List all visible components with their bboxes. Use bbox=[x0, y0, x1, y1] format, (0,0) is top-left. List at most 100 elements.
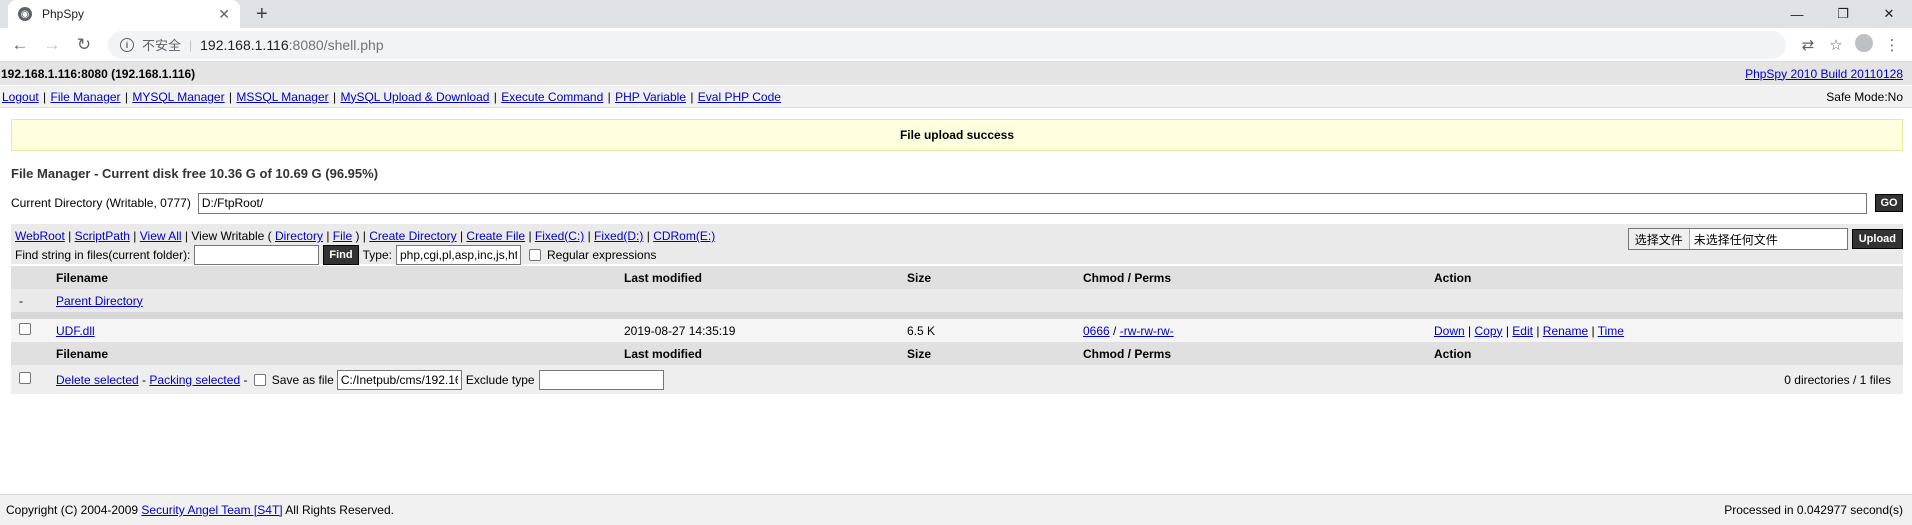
find-label: Find string in files(current folder): bbox=[15, 248, 191, 262]
menu-item-file-manager[interactable]: File Manager bbox=[51, 90, 121, 104]
menu-item-mysql-upload-download[interactable]: MySQL Upload & Download bbox=[340, 90, 489, 104]
menu-kebab-icon[interactable]: ⋮ bbox=[1878, 36, 1906, 54]
action-copy-link[interactable]: Copy bbox=[1474, 324, 1502, 338]
exclude-type-label: Exclude type bbox=[465, 372, 535, 387]
row-select-checkbox[interactable] bbox=[19, 323, 31, 335]
url-path: :8080/shell.php bbox=[288, 36, 384, 53]
menu-separator: | bbox=[225, 89, 236, 104]
forward-icon[interactable]: → bbox=[38, 31, 66, 59]
table-header-row: Filename Last modified Size Chmod / Perm… bbox=[11, 266, 1903, 289]
footer-header-last-modified: Last modified bbox=[624, 342, 907, 365]
browser-toolbar: ← → ↻ i 不安全 | 192.168.1.116:8080/shell.p… bbox=[0, 28, 1912, 62]
globe-icon: ◉ bbox=[18, 7, 32, 21]
save-as-checkbox[interactable] bbox=[253, 373, 266, 386]
team-link[interactable]: Security Angel Team [S4T] bbox=[141, 503, 282, 517]
action-down-link[interactable]: Down bbox=[1434, 324, 1465, 338]
save-as-label: Save as file bbox=[271, 372, 334, 387]
packing-selected-link[interactable]: Packing selected bbox=[149, 373, 240, 387]
header-filename: Filename bbox=[56, 266, 624, 289]
menu-separator: | bbox=[604, 89, 615, 104]
menu-item-mssql-manager[interactable]: MSSQL Manager bbox=[236, 90, 328, 104]
page-content: 192.168.1.116:8080 (192.168.1.116) PhpSp… bbox=[0, 62, 1912, 394]
translate-icon[interactable]: ⇄ bbox=[1794, 36, 1822, 54]
window-close-icon[interactable]: ✕ bbox=[1866, 6, 1912, 22]
no-file-chosen-label: 未选择任何文件 bbox=[1693, 232, 1778, 247]
header-action: Action bbox=[1434, 266, 1903, 289]
address-bar[interactable]: i 不安全 | 192.168.1.116:8080/shell.php bbox=[108, 30, 1786, 59]
bulk-actions: Delete selected - Packing selected - Sav… bbox=[56, 369, 1434, 390]
view-writable-file-link[interactable]: File bbox=[333, 229, 352, 243]
footer-header-select bbox=[11, 342, 56, 365]
minimize-icon[interactable]: — bbox=[1774, 7, 1820, 22]
table-footer-header-row: Filename Last modified Size Chmod / Perm… bbox=[11, 342, 1903, 365]
omnibox-separator: | bbox=[189, 37, 193, 52]
file-table: Filename Last modified Size Chmod / Perm… bbox=[11, 266, 1903, 394]
drive-d-link[interactable]: Fixed(D:) bbox=[594, 229, 643, 243]
profile-avatar-icon[interactable] bbox=[1850, 33, 1878, 56]
find-form: Find string in files(current folder): Fi… bbox=[15, 245, 656, 265]
menu-item-logout[interactable]: Logout bbox=[2, 90, 39, 104]
choose-file-button[interactable]: 选择文件 bbox=[1628, 229, 1690, 249]
info-icon[interactable]: i bbox=[120, 37, 134, 52]
file-chmod-link[interactable]: 0666 bbox=[1083, 324, 1110, 338]
perm-separator: / bbox=[1109, 323, 1120, 338]
action-edit-link[interactable]: Edit bbox=[1512, 324, 1533, 338]
menu-separator: | bbox=[687, 89, 697, 104]
select-all-checkbox[interactable] bbox=[19, 372, 31, 384]
file-name-link[interactable]: UDF.dll bbox=[56, 324, 95, 338]
find-input[interactable] bbox=[194, 245, 320, 265]
page-title: File Manager - Current disk free 10.36 G… bbox=[11, 166, 379, 181]
summary-count: 0 directories / 1 files bbox=[1434, 365, 1903, 394]
current-directory-input[interactable] bbox=[197, 192, 1867, 214]
toolbar-right: ⇄ ☆ ⋮ bbox=[1794, 33, 1906, 56]
restore-icon[interactable]: ❐ bbox=[1820, 6, 1866, 22]
create-directory-link[interactable]: Create Directory bbox=[369, 229, 456, 243]
action-time-link[interactable]: Time bbox=[1598, 324, 1624, 338]
menu-item-mysql-manager[interactable]: MYSQL Manager bbox=[132, 90, 224, 104]
upload-button[interactable]: Upload bbox=[1851, 229, 1903, 249]
header-bar: 192.168.1.116:8080 (192.168.1.116) PhpSp… bbox=[0, 62, 1912, 85]
file-size: 6.5 K bbox=[907, 319, 1083, 342]
page-footer: Copyright (C) 2004-2009 Security Angel T… bbox=[0, 494, 1912, 525]
back-icon[interactable]: ← bbox=[6, 31, 34, 59]
view-writable-directory-link[interactable]: Directory bbox=[275, 229, 323, 243]
footer-header-size: Size bbox=[907, 342, 1083, 365]
drive-e-link[interactable]: CDRom(E:) bbox=[653, 229, 715, 243]
view-all-link[interactable]: View All bbox=[140, 229, 182, 243]
delete-selected-link[interactable]: Delete selected bbox=[56, 373, 139, 387]
webroot-link[interactable]: WebRoot bbox=[15, 229, 65, 243]
footer-header-chmod: Chmod / Perms bbox=[1083, 342, 1434, 365]
version-link[interactable]: PhpSpy 2010 Build 20110128 bbox=[1745, 67, 1903, 81]
action-rename-link[interactable]: Rename bbox=[1543, 324, 1588, 338]
upload-success-notice: File upload success bbox=[11, 119, 1903, 151]
header-last-modified: Last modified bbox=[624, 266, 907, 289]
drive-c-link[interactable]: Fixed(C:) bbox=[535, 229, 584, 243]
scriptpath-link[interactable]: ScriptPath bbox=[75, 229, 130, 243]
main-menu: Logout | File Manager | MYSQL Manager | … bbox=[0, 86, 1912, 108]
exclude-type-input[interactable] bbox=[538, 369, 664, 390]
save-as-input[interactable] bbox=[336, 369, 462, 390]
tab-close-icon[interactable]: ✕ bbox=[218, 6, 230, 23]
reload-icon[interactable]: ↻ bbox=[70, 31, 98, 59]
browser-tab[interactable]: ◉ PhpSpy ✕ bbox=[8, 0, 240, 28]
copyright-prefix: Copyright (C) 2004-2009 bbox=[6, 503, 139, 517]
go-button[interactable]: GO bbox=[1875, 194, 1903, 212]
find-button[interactable]: Find bbox=[323, 245, 359, 265]
regex-checkbox[interactable] bbox=[528, 249, 541, 261]
type-input[interactable] bbox=[395, 245, 521, 265]
file-picker[interactable]: 选择文件 未选择任何文件 bbox=[1627, 228, 1848, 250]
file-perms-link[interactable]: -rw-rw-rw- bbox=[1120, 324, 1174, 338]
menu-item-eval-php-code[interactable]: Eval PHP Code bbox=[698, 90, 781, 104]
new-tab-button[interactable]: + bbox=[256, 3, 268, 26]
file-modified: 2019-08-27 14:35:19 bbox=[624, 319, 907, 342]
menu-item-php-variable[interactable]: PHP Variable bbox=[615, 90, 686, 104]
footer-header-action: Action bbox=[1434, 342, 1903, 365]
file-tools-panel: WebRoot | ScriptPath | View All | View W… bbox=[11, 224, 1903, 265]
bookmark-star-icon[interactable]: ☆ bbox=[1822, 36, 1850, 54]
menu-item-execute-command[interactable]: Execute Command bbox=[501, 90, 603, 104]
create-file-link[interactable]: Create File bbox=[466, 229, 525, 243]
current-directory-label: Current Directory (Writable, 0777) bbox=[11, 196, 191, 210]
parent-directory-link[interactable]: Parent Directory bbox=[56, 294, 143, 308]
view-writable-label: View Writable ( bbox=[191, 229, 272, 243]
menu-links: Logout | File Manager | MYSQL Manager | … bbox=[1, 90, 782, 104]
